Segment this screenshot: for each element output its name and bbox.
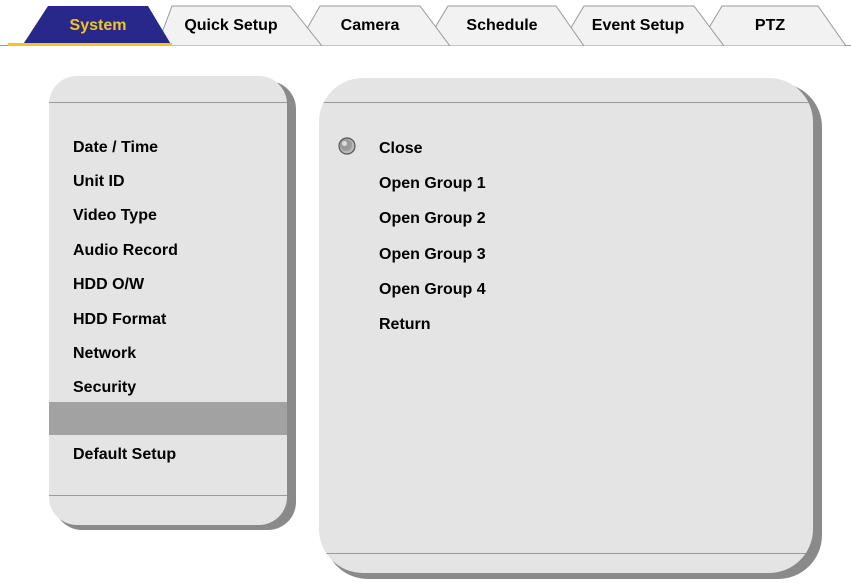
menu-item-audio-record[interactable]: Audio Record (49, 236, 287, 266)
left-menu-panel: Date / Time Unit ID Video Type Audio Rec… (49, 76, 287, 525)
menu-item-hdd-format[interactable]: HDD Format (49, 305, 287, 335)
menu-item-network[interactable]: Network (49, 339, 287, 369)
right-options-panel: Close Open Group 1 Open Group 2 Open Gro… (319, 78, 813, 573)
menu-item-default-setup[interactable]: Default Setup (49, 440, 287, 470)
menu-item-hdd-ow[interactable]: HDD O/W (49, 270, 287, 300)
menu-item-date-time[interactable]: Date / Time (49, 133, 287, 163)
tab-event-setup[interactable]: Event Setup (582, 16, 694, 36)
tab-quick-setup[interactable]: Quick Setup (172, 16, 290, 36)
tab-schedule[interactable]: Schedule (448, 16, 556, 36)
menu-item-video-type[interactable]: Video Type (49, 201, 287, 231)
option-close[interactable]: Close (379, 134, 423, 164)
option-open-group-1[interactable]: Open Group 1 (379, 169, 486, 199)
option-return[interactable]: Return (379, 310, 431, 340)
right-panel-top-divider (319, 102, 813, 103)
option-open-group-4[interactable]: Open Group 4 (379, 275, 486, 305)
right-panel-bottom-divider (319, 553, 813, 554)
menu-item-unit-id[interactable]: Unit ID (49, 167, 287, 197)
tab-camera[interactable]: Camera (320, 16, 420, 36)
left-panel-top-divider (49, 102, 287, 103)
menu-item-selected-blank[interactable] (49, 402, 287, 435)
option-open-group-3[interactable]: Open Group 3 (379, 240, 486, 270)
radio-selected-icon[interactable] (337, 136, 357, 156)
tab-bar: System Quick Setup Camera Schedule Event… (0, 0, 851, 46)
option-open-group-2[interactable]: Open Group 2 (379, 204, 486, 234)
tab-ptz[interactable]: PTZ (722, 16, 818, 36)
tab-system[interactable]: System (48, 16, 148, 36)
menu-item-security[interactable]: Security (49, 373, 287, 403)
left-panel-bottom-divider (49, 495, 287, 496)
